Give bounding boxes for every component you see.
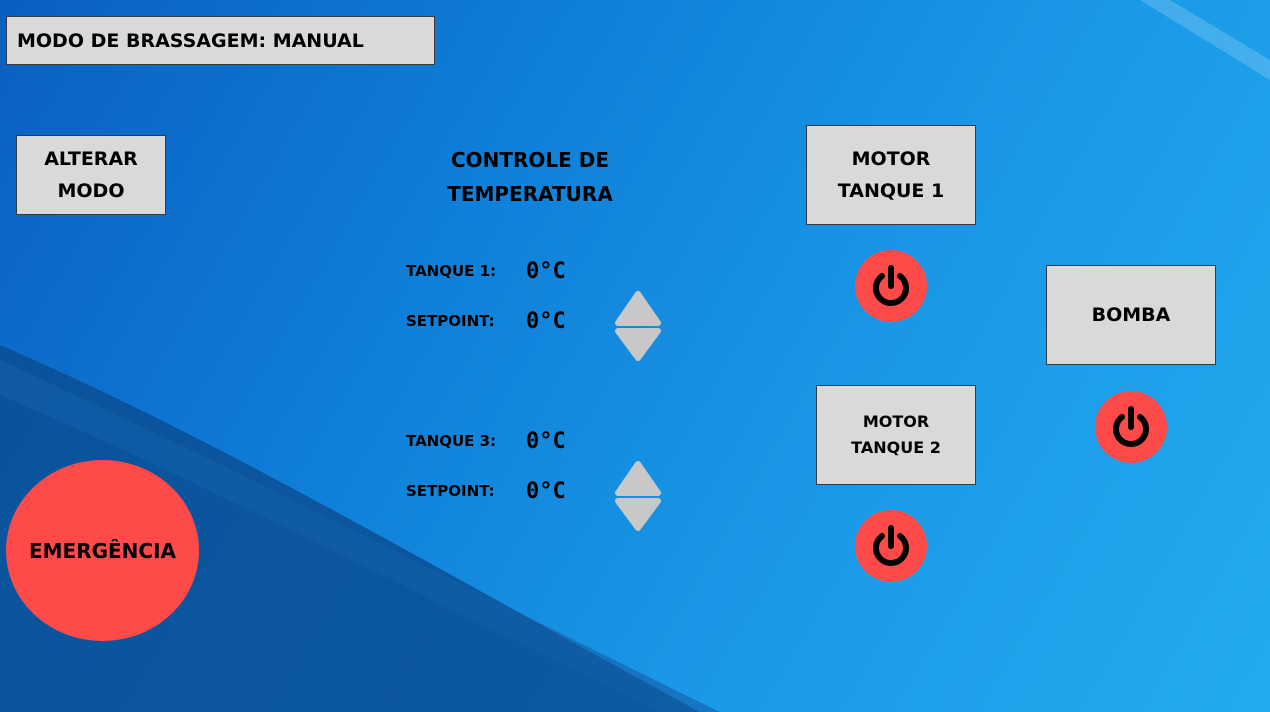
hmi-screen: MODO DE BRASSAGEM: MANUAL ALTERAR MODO C…	[0, 0, 1270, 712]
mode-label: MODO DE BRASSAGEM: MANUAL	[6, 16, 435, 65]
tanque1-arrow-down-icon[interactable]	[615, 328, 661, 361]
alterar-modo-label: ALTERAR MODO	[44, 143, 138, 207]
power-icon	[1113, 406, 1149, 447]
controle-temperatura-title: CONTROLE DE TEMPERATURA	[420, 143, 640, 211]
motor-tanque1-line2: TANQUE 1	[837, 180, 945, 202]
motor-tanque1-label: MOTOR TANQUE 1	[838, 143, 945, 207]
alterar-modo-line2: MODO	[57, 180, 125, 202]
tanque3-label: TANQUE 3:	[406, 432, 497, 450]
tanque3-setpoint-value: 0°C	[526, 478, 566, 504]
tanque1-label: TANQUE 1:	[406, 262, 497, 280]
alterar-modo-line1: ALTERAR	[44, 148, 138, 170]
motor-tanque2-button[interactable]: MOTOR TANQUE 2	[816, 385, 976, 485]
tanque3-setpoint-row: SETPOINT: 0°C	[406, 477, 566, 505]
motor-tanque2-line1: MOTOR	[862, 412, 930, 431]
tanque1-setpoint-value: 0°C	[526, 308, 566, 334]
tanque3-arrow-up-icon[interactable]	[615, 461, 661, 496]
tanque1-value: 0°C	[526, 258, 566, 284]
motor-tanque1-line1: MOTOR	[851, 148, 931, 170]
tanque1-temp-row: TANQUE 1: 0°C	[406, 257, 566, 285]
power-icon	[873, 525, 909, 566]
tanque3-value: 0°C	[526, 428, 566, 454]
tanque1-setpoint-stepper	[615, 291, 661, 361]
tanque3-arrow-down-icon[interactable]	[615, 498, 661, 531]
mode-label-text: MODO DE BRASSAGEM: MANUAL	[17, 29, 364, 52]
motor-tanque1-power-button[interactable]	[855, 250, 927, 322]
motor-tanque1-button[interactable]: MOTOR TANQUE 1	[806, 125, 976, 225]
tanque3-temp-row: TANQUE 3: 0°C	[406, 427, 566, 455]
tanque1-setpoint-row: SETPOINT: 0°C	[406, 307, 566, 335]
emergencia-button[interactable]: EMERGÊNCIA	[6, 460, 199, 641]
motor-tanque2-label: MOTOR TANQUE 2	[851, 409, 941, 461]
motor-tanque2-line2: TANQUE 2	[851, 438, 941, 457]
alterar-modo-button[interactable]: ALTERAR MODO	[16, 135, 166, 215]
tanque1-arrow-up-icon[interactable]	[615, 291, 661, 326]
motor-tanque2-power-button[interactable]	[855, 510, 927, 582]
controle-title-line1: CONTROLE DE	[450, 148, 610, 172]
bomba-button[interactable]: BOMBA	[1046, 265, 1216, 365]
tanque3-setpoint-stepper	[615, 461, 661, 531]
tanque1-setpoint-label: SETPOINT:	[406, 312, 495, 330]
controle-title-line2: TEMPERATURA	[447, 182, 613, 206]
bomba-label: BOMBA	[1091, 304, 1171, 326]
bomba-power-button[interactable]	[1095, 391, 1167, 463]
power-icon	[873, 265, 909, 306]
tanque3-setpoint-label: SETPOINT:	[406, 482, 495, 500]
emergencia-label: EMERGÊNCIA	[28, 538, 177, 563]
